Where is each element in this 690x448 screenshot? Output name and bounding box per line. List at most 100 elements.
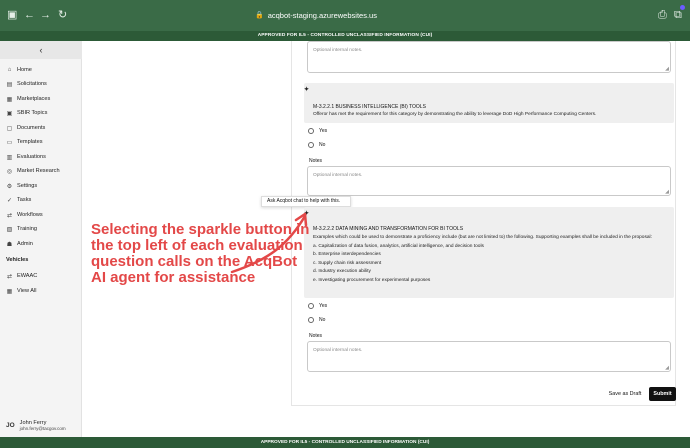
radio-circle (308, 142, 314, 148)
notes-field[interactable]: Optional internal notes. ◢ (307, 341, 671, 372)
radio-yes[interactable]: Yes (308, 303, 327, 309)
globe-icon: ◎ (6, 168, 13, 175)
sidebar-item-label: Templates (17, 139, 43, 145)
sidebar-item-view-all[interactable]: ▦ View All (6, 285, 37, 297)
resize-grip-icon: ◢ (665, 365, 669, 371)
list-item: c. Supply chain risk assessment (313, 260, 382, 266)
sidebar-item-documents[interactable]: ▢ Documents (6, 122, 46, 134)
training-icon: ▧ (6, 226, 13, 233)
radio-label: No (319, 317, 326, 323)
annotation-text: Selecting the sparkle button in the top … (91, 221, 310, 286)
sidebar-item-sbir-topics[interactable]: ▣ SBIR Topics (6, 107, 48, 119)
avatar: JO (6, 422, 15, 429)
sidebar-item-admin[interactable]: ☗ Admin (6, 238, 33, 250)
radio-yes[interactable]: Yes (308, 128, 327, 134)
sidebar-item-label: Home (17, 67, 32, 73)
browser-toolbar: ▣ ← → ↻ 🔒 acqbot-staging.azurewebsites.u… (0, 0, 690, 31)
sidebar-item-evaluations[interactable]: ▥ Evaluations (6, 151, 46, 163)
evaluations-icon: ▥ (6, 154, 13, 161)
topics-icon: ▣ (6, 110, 13, 117)
notes-label: Notes (309, 158, 323, 164)
back-icon[interactable]: ← (24, 6, 35, 24)
documents-icon: ▢ (6, 125, 13, 132)
view-all-icon: ▦ (6, 288, 13, 295)
home-icon: ⌂ (7, 67, 12, 73)
sidebar-item-workflows[interactable]: ⇄ Workflows (6, 209, 43, 221)
list-item: d. Industry execution ability (313, 269, 371, 274)
sidebar-item-solicitations[interactable]: ▤ Solicitations (6, 78, 47, 90)
templates-icon: ▭ (6, 139, 13, 146)
share-icon[interactable]: ⎙ (658, 6, 667, 24)
question-block: ✦ M-3.2.2.2 DATA MINING AND TRANSFORMATI… (304, 207, 674, 298)
marketplace-icon: ▦ (6, 96, 13, 103)
submit-button[interactable]: Submit (649, 387, 676, 401)
sidebar-item-label: Tasks (17, 197, 32, 203)
sidebar-item-label: EWAAC (17, 273, 38, 279)
sidebar-collapse-button[interactable]: ‹ (0, 41, 82, 59)
user-email: john.ferry@tacgov.com (19, 426, 66, 431)
sidebar-item-templates[interactable]: ▭ Templates (6, 136, 43, 148)
sidebar-item-settings[interactable]: ⚙ Settings (6, 180, 37, 192)
reload-icon[interactable]: ↻ (58, 6, 67, 24)
notes-placeholder: Optional internal notes. (313, 348, 363, 353)
lock-icon: 🔒 (255, 12, 264, 19)
sidebar-item-label: Documents (17, 125, 46, 131)
sidebar: ‹ ⌂ Home ▤ Solicitations ▦ Marketplaces ▣ SB… (0, 41, 82, 437)
radio-no[interactable]: No (308, 142, 325, 148)
question-block: ✦ M-3.2.2.1 BUSINESS INTELLIGENCE (BI) T… (304, 83, 674, 123)
sidebar-item-marketplaces[interactable]: ▦ Marketplaces (6, 93, 51, 105)
sidebar-item-ewaac[interactable]: ⇄ EWAAC (6, 270, 37, 282)
sidebar-item-label: Settings (17, 183, 38, 189)
sparkle-icon[interactable]: ✦ (304, 210, 309, 217)
radio-label: Yes (319, 303, 328, 309)
document-icon: ▤ (6, 81, 13, 88)
question-title: M-3.2.2.2 DATA MINING AND TRANSFORMATION… (313, 226, 464, 232)
list-item: e. Investigating procurement for experim… (313, 277, 431, 283)
radio-label: No (319, 142, 326, 148)
vehicles-section-label: Vehicles (6, 257, 29, 263)
resize-grip-icon: ◢ (665, 189, 669, 195)
cui-banner-top: APPROVED FOR IL5 - CONTROLLED UNCLASSIFI… (0, 31, 690, 41)
save-draft-button[interactable]: Save as Draft (604, 388, 646, 400)
question-text: Offeror has met the requirement for this… (313, 112, 597, 117)
notes-placeholder: Optional internal notes. (313, 173, 363, 178)
notes-field[interactable]: Optional internal notes. ◢ (307, 41, 671, 73)
sidebar-item-label: Evaluations (17, 154, 46, 160)
sidebar-item-label: Workflows (17, 212, 43, 218)
sidebar-item-tasks[interactable]: ✓ Tasks (6, 194, 31, 206)
radio-circle (308, 303, 314, 309)
sidebar-toggle-icon[interactable]: ▣ (7, 6, 17, 24)
list-item: a. Capitalization of data fusion, analyt… (313, 243, 484, 249)
sidebar-item-training[interactable]: ▧ Training (6, 223, 37, 235)
forward-icon[interactable]: → (40, 6, 51, 24)
sidebar-item-label: Solicitations (17, 81, 47, 87)
notes-field[interactable]: Optional internal notes. ◢ (307, 166, 671, 196)
address-bar[interactable]: 🔒 acqbot-staging.azurewebsites.us (255, 8, 377, 22)
sidebar-item-label: Training (17, 226, 38, 232)
notification-dot (680, 5, 685, 10)
user-profile[interactable]: JO John Ferry john.ferry@tacgov.com (6, 420, 66, 431)
notes-label: Notes (309, 333, 323, 339)
question-title: M-3.2.2.1 BUSINESS INTELLIGENCE (BI) TOO… (313, 104, 426, 110)
url-text: acqbot-staging.azurewebsites.us (267, 10, 377, 20)
gear-icon: ⚙ (6, 183, 13, 190)
admin-icon: ☗ (6, 241, 13, 248)
sidebar-item-label: Marketplaces (17, 96, 51, 102)
radio-no[interactable]: No (308, 317, 325, 323)
sidebar-item-label: Admin (17, 241, 33, 247)
notes-placeholder: Optional internal notes. (313, 48, 363, 53)
sidebar-item-market-research[interactable]: ◎ Market Research (6, 165, 60, 177)
cui-banner-bottom: APPROVED FOR IL5 - CONTROLLED UNCLASSIFI… (0, 437, 690, 448)
radio-circle (308, 128, 314, 134)
question-intro: Examples which could be used to demonstr… (313, 235, 652, 240)
sidebar-item-label: Market Research (17, 168, 60, 174)
radio-circle (308, 317, 314, 323)
sidebar-item-home[interactable]: ⌂ Home (6, 64, 32, 76)
sidebar-item-label: View All (17, 288, 37, 294)
question-text: Examples which could be used to demonstr… (313, 234, 671, 285)
list-item: b. Enterprise interdependencies (313, 252, 381, 257)
resize-grip-icon: ◢ (665, 66, 669, 72)
radio-label: Yes (319, 128, 328, 134)
sparkle-icon[interactable]: ✦ (304, 86, 309, 93)
sidebar-item-label: SBIR Topics (17, 110, 48, 116)
